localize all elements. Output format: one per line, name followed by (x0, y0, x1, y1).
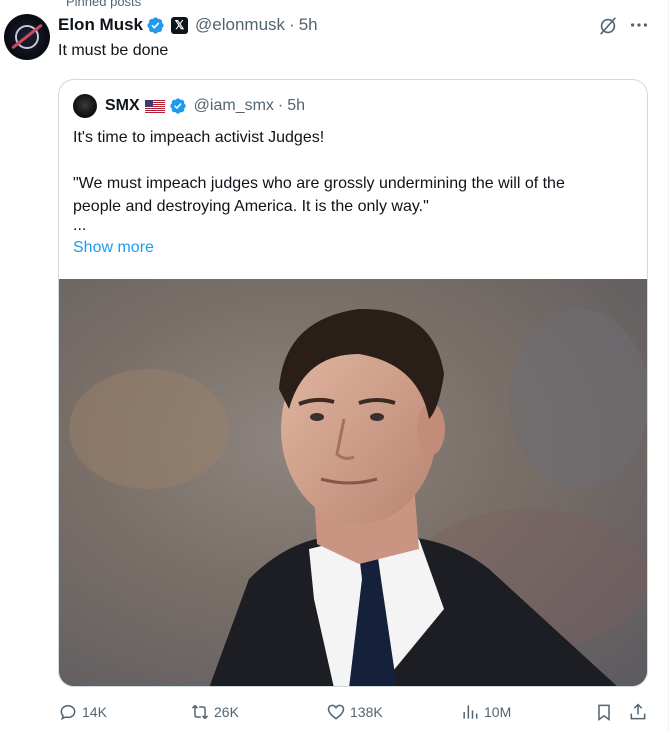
quoted-author-handle[interactable]: @iam_smx (194, 97, 274, 115)
reply-icon (60, 704, 76, 721)
post-text: It must be done (58, 42, 169, 59)
separator-dot: · (277, 97, 284, 114)
author-name[interactable]: Elon Musk (58, 15, 143, 35)
repost-count: 26K (214, 704, 239, 720)
quoted-author-name[interactable]: SMX (105, 97, 140, 115)
like-button[interactable]: 138K (326, 702, 383, 722)
verified-badge-icon (147, 16, 164, 34)
context-label: Pinned posts (66, 0, 142, 9)
quoted-post-header: SMX @iam_smx · 5h (105, 96, 305, 116)
quoted-line-3: people and destroying America. It is the… (73, 198, 429, 215)
quoted-author-avatar[interactable] (73, 94, 97, 118)
post-header: Elon Musk 𝕏 @elonmusk · 5h (58, 14, 318, 36)
author-avatar[interactable] (4, 14, 50, 60)
repost-icon (191, 704, 209, 720)
quoted-ellipsis: ... (73, 217, 87, 234)
repost-button[interactable]: 26K (190, 702, 239, 722)
separator-dot: · (289, 15, 295, 34)
share-icon (630, 703, 646, 720)
quoted-post-timestamp[interactable]: 5h (287, 97, 305, 115)
views-count: 10M (484, 704, 512, 720)
x-affiliation-icon: 𝕏 (171, 16, 189, 34)
author-handle[interactable]: @elonmusk (195, 15, 285, 35)
quoted-post-text: It's time to impeach activist Judges! "W… (73, 126, 633, 259)
quoted-line-1: It's time to impeach activist Judges! (73, 129, 325, 146)
us-flag-icon (144, 99, 165, 113)
grok-icon[interactable] (597, 15, 619, 37)
post-timestamp[interactable]: 5h (299, 15, 318, 35)
more-options-icon[interactable] (628, 14, 650, 36)
quoted-post[interactable]: SMX @iam_smx · 5h It's time to impeach a… (58, 79, 648, 687)
bookmark-button[interactable] (594, 702, 618, 722)
quoted-post-image[interactable] (59, 279, 647, 686)
share-button[interactable] (628, 702, 652, 722)
heart-icon (327, 704, 345, 720)
show-more-link[interactable]: Show more (73, 236, 154, 259)
post-action-bar: 14K 26K 138K 10M (58, 700, 658, 728)
views-chart-icon (463, 705, 478, 719)
portrait-illustration (59, 279, 647, 686)
like-count: 138K (350, 704, 383, 720)
reply-button[interactable]: 14K (58, 702, 107, 722)
reply-count: 14K (82, 704, 107, 720)
verified-badge-icon (169, 98, 186, 114)
views-button[interactable]: 10M (460, 702, 511, 722)
quoted-line-2: "We must impeach judges who are grossly … (73, 175, 565, 192)
bookmark-icon (598, 704, 610, 721)
